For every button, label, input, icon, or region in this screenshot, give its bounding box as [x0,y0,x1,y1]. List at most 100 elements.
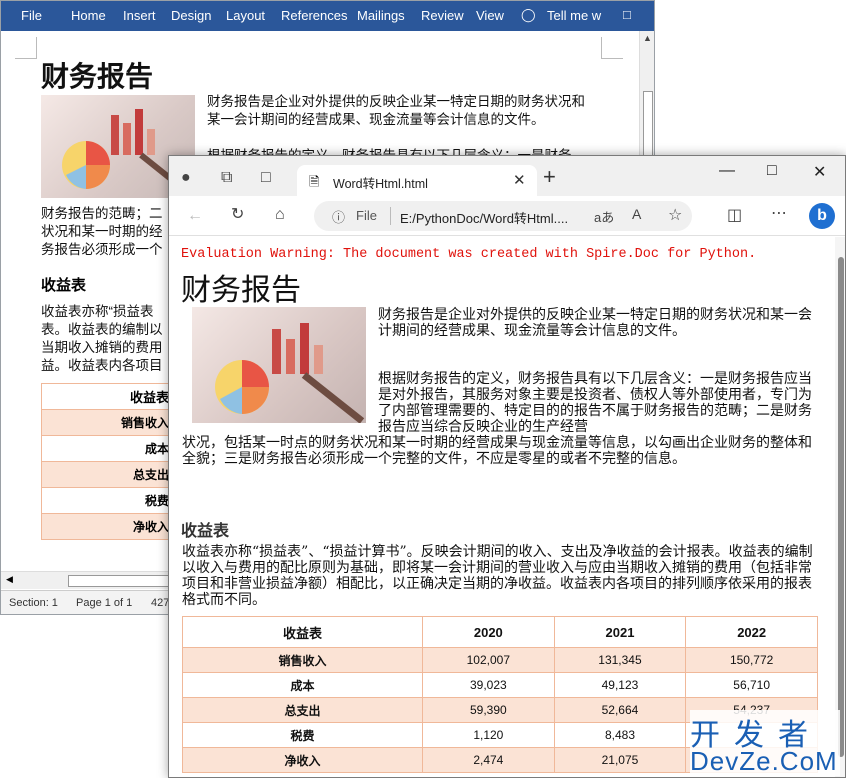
table-cell: 净收入 [41,513,176,540]
immersive-reader-icon[interactable]: aあ [594,207,614,226]
text-line: 状况和某一时期的经 [41,224,163,239]
back-icon[interactable]: ← [187,208,203,224]
status-words[interactable]: 427 [151,597,169,609]
header-cell: 2022 [685,616,818,648]
ribbon-tab-view[interactable]: View [476,8,504,23]
row-label: 税费 [182,722,423,748]
bing-copilot-icon[interactable]: b [809,203,835,229]
row-label: 总支出 [182,697,423,723]
address-bar[interactable]: ⓘ File E:/PythonDoc/Word转Html.... aあ A ☆ [314,201,692,231]
text-line: 务报告必须形成一个 [41,242,163,257]
doc-paragraph-1: 财务报告是企业对外提供的反映企业某一特定日期的财务状况和某一会计期间的经营成果、… [207,94,585,127]
evaluation-warning: Evaluation Warning: The document was cre… [181,247,757,262]
tab-title: Word转Html.html [333,177,428,191]
watermark-english: DevZe.CoM [690,746,838,776]
document-icon: 🗎 [309,174,320,189]
ribbon-tab-file[interactable]: File [21,8,42,23]
table-cell: 税费 [41,487,176,514]
new-tab-button[interactable]: + [543,164,556,190]
table-cell: 59,390 [422,697,555,723]
scroll-up-icon[interactable]: ▲ [643,33,652,43]
close-window-icon[interactable]: ✕ [813,162,826,182]
browser-tab[interactable]: 🗎 Word转Html.html ✕ [297,165,537,196]
table-cell: 150,772 [685,647,818,673]
address-toolbar: ← ↻ ⌂ ⓘ File E:/PythonDoc/Word转Html.... … [169,196,845,236]
status-section[interactable]: Section: 1 [9,597,58,609]
table-cell: 8,483 [553,722,687,748]
header-cell: 收益表 [182,616,423,648]
report-image [192,307,366,423]
text-line: 益。收益表内各项目 [41,358,163,373]
row-label: 净收入 [182,747,423,773]
browser-titlebar: ● ⧉ □ 🗎 Word转Html.html ✕ + — □ ✕ [169,156,845,196]
doc-heading: 收益表 [41,277,87,294]
header-cell: 2020 [422,616,555,648]
table-cell: 1,120 [422,722,555,748]
info-icon[interactable]: ⓘ [332,207,345,226]
divider [390,207,391,225]
comment-icon[interactable]: □ [623,7,631,22]
margin-mark [15,37,37,59]
url-text[interactable]: E:/PythonDoc/Word转Html.... [400,208,568,227]
split-screen-icon[interactable]: ◫ [727,208,742,224]
doc-table: 收益表 销售收入 成本 总支出 税费 净收入 [41,383,176,540]
paragraph-1: 财务报告是企业对外提供的反映企业某一特定日期的财务状况和某一会计期间的经营成果、… [378,307,812,339]
maximize-icon[interactable]: □ [767,162,777,180]
header-cell: 2021 [553,616,687,648]
row-label: 销售收入 [182,647,423,673]
ribbon-tab-layout[interactable]: Layout [226,8,265,23]
ribbon-tab-review[interactable]: Review [421,8,464,23]
text-line: 收益表亦称“损益表 [41,304,154,319]
read-aloud-icon[interactable]: A [632,206,641,222]
paragraph-3: 状况，包括某一时点的财务状况和某一时期的经营成果与现金流量等信息，以勾画出企业财… [182,435,812,467]
table-row: 成本 39,023 49,123 56,710 [182,672,818,698]
doc-paragraph-4: 收益表亦称“损益表 表。收益表的编制以 当期收入摊销的费用 益。收益表内各项目 [41,303,181,375]
table-row: 销售收入 102,007 131,345 150,772 [182,647,818,673]
table-header-row: 收益表 2020 2021 2022 [182,616,818,648]
profile-icon[interactable]: ● [181,170,191,186]
tell-me-search[interactable]: Tell me w [547,8,601,23]
page-content: Evaluation Warning: The document was cre… [169,237,835,777]
table-cell: 39,023 [422,672,555,698]
doc-title: 财务报告 [41,60,154,93]
table-cell: 收益表 [41,383,176,410]
row-label: 成本 [182,672,423,698]
table-cell: 2,474 [422,747,555,773]
table-cell: 21,075 [553,747,687,773]
paragraph-2: 根据财务报告的定义，财务报告具有以下几层含义：一是财务报告应当是对外报告，其服务… [378,371,812,435]
scrollbar-thumb[interactable] [838,257,844,757]
table-cell: 56,710 [685,672,818,698]
refresh-icon[interactable]: ↻ [231,207,244,223]
table-cell: 销售收入 [41,409,176,436]
section-heading: 收益表 [181,521,230,540]
ribbon-tab-insert[interactable]: Insert [123,8,156,23]
tab-actions-icon[interactable]: □ [261,170,271,186]
doc-paragraph-3: 财务报告的范畴；二 状况和某一时期的经 务报告必须形成一个 [41,205,181,259]
page-title: 财务报告 [181,273,301,308]
browser-scrollbar[interactable] [835,237,845,777]
more-menu-icon[interactable]: ⋯ [771,206,787,222]
table-cell: 131,345 [553,647,687,673]
table-cell: 总支出 [41,461,176,488]
workspaces-icon[interactable]: ⧉ [221,170,232,186]
site-watermark: 开发者 DevZe.CoM [690,710,840,776]
table-cell: 52,664 [553,697,687,723]
scroll-left-icon[interactable]: ◀ [6,574,13,585]
text-line: 表。收益表的编制以 [41,322,163,337]
ribbon-tab-references[interactable]: References [281,8,347,23]
status-page[interactable]: Page 1 of 1 [76,597,132,609]
minimize-icon[interactable]: — [719,162,735,180]
close-tab-icon[interactable]: ✕ [513,171,526,189]
file-label: File [356,208,377,223]
ribbon-tab-design[interactable]: Design [171,8,211,23]
home-icon[interactable]: ⌂ [275,207,285,223]
margin-mark [601,37,623,59]
favorite-star-icon[interactable]: ☆ [668,205,682,225]
ribbon-tab-home[interactable]: Home [71,8,106,23]
text-line: 财务报告的范畴；二 [41,206,163,221]
scrollbar-thumb[interactable] [68,575,178,587]
text-line: 当期收入摊销的费用 [41,340,163,355]
lightbulb-icon[interactable]: ◯ [521,7,536,23]
ribbon-tab-mailings[interactable]: Mailings [357,8,405,23]
paragraph-4: 收益表亦称“损益表”、“损益计算书”。反映会计期间的收入、支出及净收益的会计报表… [182,544,813,608]
